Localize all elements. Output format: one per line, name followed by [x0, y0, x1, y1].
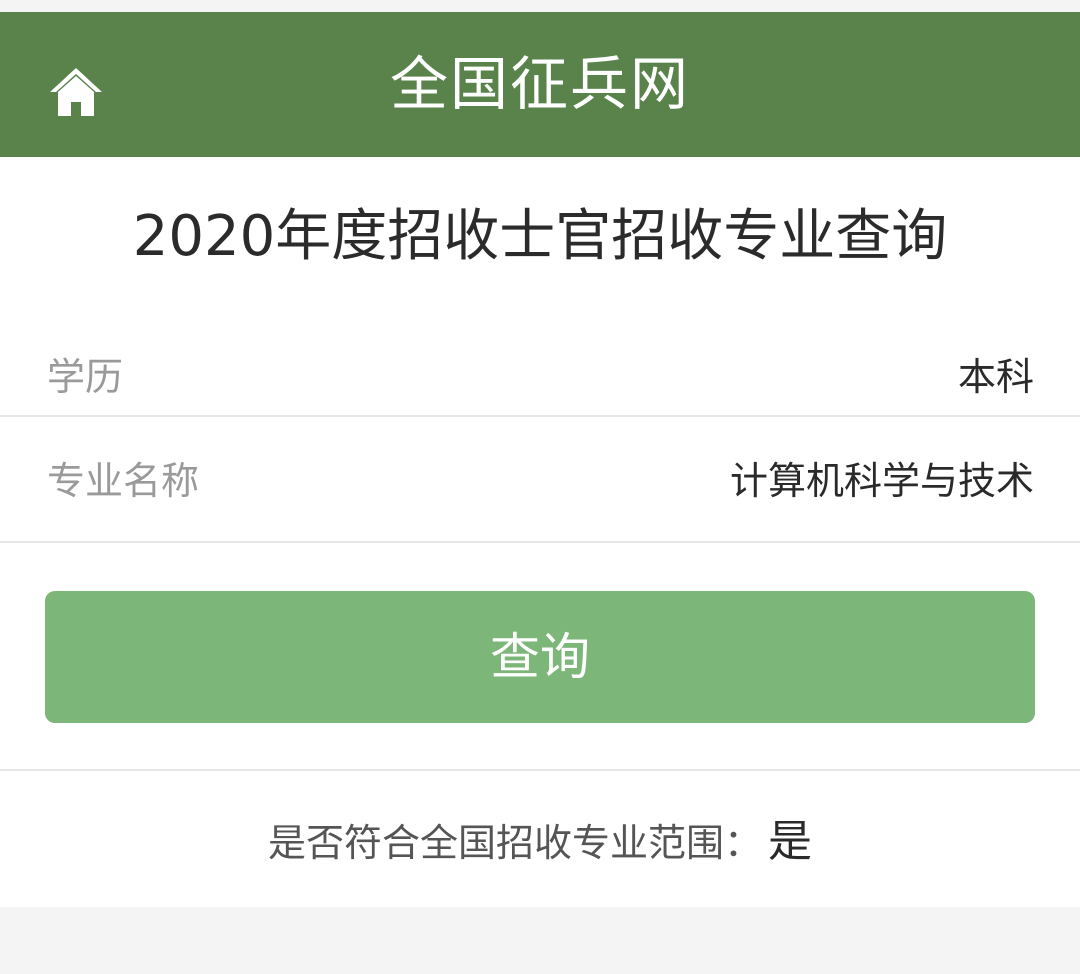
query-panel: 2020年度招收士官招收专业查询 学历 本科 专业名称 计算机科学与技术 查询 …: [0, 157, 1080, 907]
home-button[interactable]: [46, 62, 106, 122]
major-value[interactable]: 计算机科学与技术: [730, 459, 1034, 503]
education-label: 学历: [47, 355, 124, 399]
education-row[interactable]: 学历 本科: [0, 337, 1080, 417]
result-value: 是: [768, 816, 812, 867]
site-title: 全国征兵网: [389, 50, 690, 118]
divider: [0, 769, 1080, 771]
app-header: 全国征兵网: [0, 12, 1080, 157]
major-row[interactable]: 专业名称 计算机科学与技术: [0, 419, 1080, 543]
home-icon: [50, 68, 102, 116]
result-label: 是否符合全国招收专业范围：: [267, 821, 762, 865]
page-title: 2020年度招收士官招收专业查询: [132, 204, 948, 269]
education-value[interactable]: 本科: [958, 355, 1034, 399]
top-strip: [0, 0, 1080, 12]
query-button[interactable]: 查询: [45, 591, 1035, 723]
major-label: 专业名称: [47, 459, 200, 503]
result-line: 是否符合全国招收专业范围：是: [0, 812, 1080, 872]
